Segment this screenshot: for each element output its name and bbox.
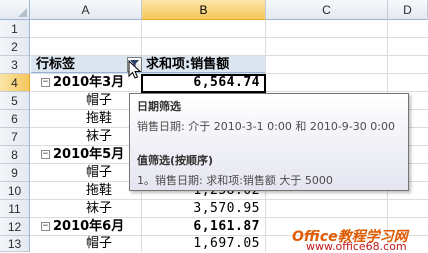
group-label[interactable]: 2010年3月 — [53, 74, 124, 92]
spreadsheet: A B C D 1 2 3 4 5 6 7 8 9 10 11 12 13 行标… — [0, 0, 428, 253]
row-header-4[interactable]: 4 — [0, 74, 30, 92]
row-header-3[interactable]: 3 — [0, 56, 30, 74]
row-header-8[interactable]: 8 — [0, 146, 30, 164]
item-label[interactable]: 帽子 — [86, 235, 112, 253]
value-filter-text: 1。销售日期: 求和项:销售额 大于 5000 — [137, 174, 333, 187]
value-filter-title: 值筛选(按顺序) — [137, 154, 214, 167]
row-header-5[interactable]: 5 — [0, 92, 30, 110]
row-header-9[interactable]: 9 — [0, 164, 30, 182]
group-total[interactable]: 6,161.87 — [142, 218, 260, 236]
column-header-b[interactable]: B — [142, 0, 266, 20]
item-value[interactable]: 1,697.05 — [142, 235, 260, 253]
date-filter-title: 日期筛选 — [137, 100, 181, 113]
row-header-12[interactable]: 12 — [0, 218, 30, 236]
date-filter-text: 销售日期: 介于 2010-3-1 0:00 和 2010-9-30 0:00 — [137, 120, 395, 133]
select-all-corner[interactable] — [0, 0, 30, 20]
item-label[interactable]: 袜子 — [86, 200, 112, 218]
collapse-minus-icon[interactable]: − — [41, 78, 50, 87]
selected-cell-indicator — [141, 74, 266, 93]
watermark-url: www.office68.com — [306, 240, 407, 253]
row-labels-header[interactable]: 行标签 — [36, 56, 75, 74]
item-label[interactable]: 帽子 — [86, 92, 112, 110]
row-header-6[interactable]: 6 — [0, 110, 30, 128]
item-label[interactable]: 拖鞋 — [86, 182, 112, 200]
row-header-11[interactable]: 11 — [0, 200, 30, 218]
watermark-logo: Office教程学习网 www.office68.com — [292, 226, 428, 253]
collapse-minus-icon[interactable]: − — [41, 222, 50, 231]
item-label[interactable]: 拖鞋 — [86, 110, 112, 128]
collapse-minus-icon[interactable]: − — [41, 150, 50, 159]
group-label[interactable]: 2010年6月 — [53, 218, 124, 236]
arrow-cursor-icon — [128, 60, 142, 79]
column-header-c[interactable]: C — [266, 0, 388, 20]
item-label[interactable]: 袜子 — [86, 128, 112, 146]
column-header-d[interactable]: D — [388, 0, 428, 20]
filter-tooltip: 日期筛选 销售日期: 介于 2010-3-1 0:00 和 2010-9-30 … — [129, 93, 409, 191]
value-field-header[interactable]: 求和项:销售额 — [146, 56, 229, 74]
column-header-a[interactable]: A — [30, 0, 142, 20]
group-label[interactable]: 2010年5月 — [53, 146, 124, 164]
row-header-10[interactable]: 10 — [0, 182, 30, 200]
row-header-7[interactable]: 7 — [0, 128, 30, 146]
item-value[interactable]: 3,570.95 — [142, 200, 260, 218]
row-header-1[interactable]: 1 — [0, 20, 30, 38]
item-label[interactable]: 帽子 — [86, 164, 112, 182]
row-header-2[interactable]: 2 — [0, 38, 30, 56]
gridline-h — [30, 37, 428, 38]
row-header-13[interactable]: 13 — [0, 236, 30, 252]
